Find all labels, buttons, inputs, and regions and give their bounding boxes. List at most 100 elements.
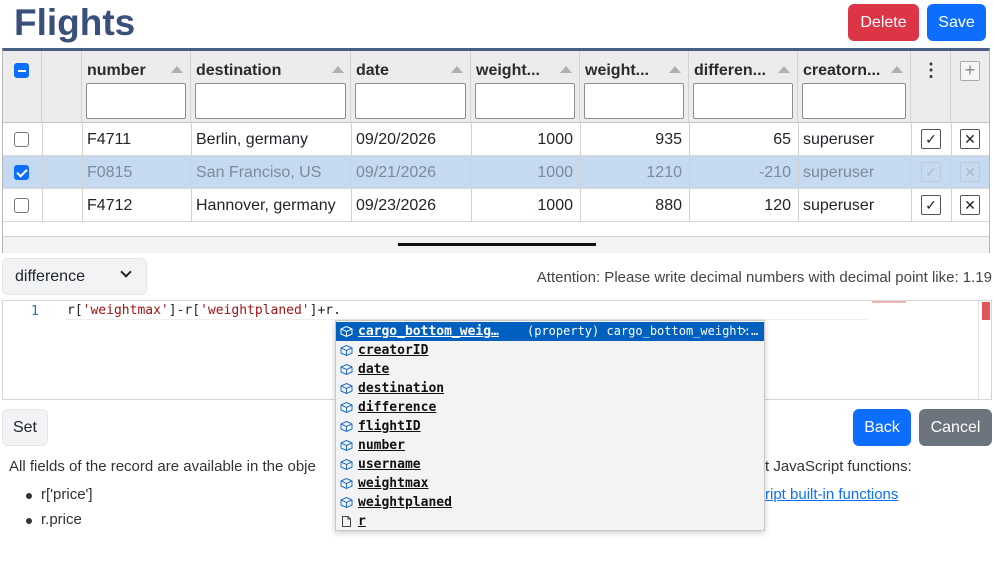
suggestion-item[interactable]: date xyxy=(336,360,764,379)
overview-ruler xyxy=(978,301,979,399)
close-icon[interactable]: ✕ xyxy=(960,129,980,149)
filter-input-date[interactable] xyxy=(355,83,466,119)
suggestion-item[interactable]: weightmax xyxy=(336,474,764,493)
column-label: number xyxy=(87,62,146,79)
suggestion-item[interactable]: flightID xyxy=(336,417,764,436)
property-icon xyxy=(340,497,353,508)
column-header-destination[interactable]: destination xyxy=(191,51,351,123)
column-header-number[interactable]: number xyxy=(82,51,191,123)
property-icon xyxy=(340,383,353,394)
delete-button[interactable]: Delete xyxy=(848,4,919,41)
suggestion-item[interactable]: r xyxy=(336,512,764,531)
property-icon xyxy=(340,459,353,470)
cell-weightmax: 1000 xyxy=(537,164,573,181)
close-icon[interactable]: ✕ xyxy=(960,162,980,182)
column-header-difference[interactable]: differen... xyxy=(689,51,798,123)
cell-date: 09/21/2026 xyxy=(356,164,437,181)
column-header-weightplaned[interactable]: weight... xyxy=(580,51,689,123)
help-text-right: t JavaScript functions: xyxy=(765,458,912,475)
column-label: date xyxy=(356,62,389,79)
suggestion-item[interactable]: creatorID xyxy=(336,341,764,360)
column-header-date[interactable]: date xyxy=(351,51,471,123)
column-label: weight... xyxy=(476,62,540,79)
cell-number: F0815 xyxy=(87,164,133,181)
cell-number: F4711 xyxy=(87,131,132,148)
minimap-marker xyxy=(872,301,906,303)
suggestion-item[interactable]: number xyxy=(336,436,764,455)
code-line[interactable]: r['weightmax']-r['weightplaned']+r. xyxy=(67,303,341,318)
list-item: r['price'] xyxy=(26,486,93,511)
error-marker xyxy=(982,302,990,320)
property-icon xyxy=(340,345,353,356)
cell-destination: Berlin, germany xyxy=(196,131,309,148)
builtin-functions-link[interactable]: ript built-in functions xyxy=(765,486,898,503)
back-button[interactable]: Back xyxy=(853,409,911,446)
suggestion-label: date xyxy=(358,362,390,377)
help-text: All fields of the record are available i… xyxy=(9,458,316,475)
confirm-icon[interactable]: ✓ xyxy=(921,162,941,182)
column-header-creator[interactable]: creatorn... xyxy=(798,51,911,123)
table-row[interactable]: F0815 San Franciso, US 09/21/2026 1000 1… xyxy=(3,156,989,189)
filter-input-weightplaned[interactable] xyxy=(584,83,684,119)
scrollbar-thumb[interactable] xyxy=(398,243,596,246)
column-menu-icon[interactable]: ⋮ xyxy=(922,60,940,81)
flights-grid: number destination date weight... weight… xyxy=(2,48,990,253)
filter-input-difference[interactable] xyxy=(693,83,793,119)
column-label: creatorn... xyxy=(803,62,881,79)
cell-weightmax: 1000 xyxy=(537,131,573,148)
filter-input-number[interactable] xyxy=(86,83,186,119)
set-button[interactable]: Set xyxy=(2,409,48,446)
column-label: destination xyxy=(196,62,282,79)
cancel-button[interactable]: Cancel xyxy=(919,409,992,446)
sort-asc-icon[interactable] xyxy=(778,66,790,73)
confirm-icon[interactable]: ✓ xyxy=(921,129,941,149)
grid-header: number destination date weight... weight… xyxy=(3,51,989,123)
cell-date: 09/23/2026 xyxy=(356,197,437,214)
table-row[interactable]: F4711 Berlin, germany 09/20/2026 1000 93… xyxy=(3,123,989,156)
property-icon xyxy=(340,364,353,375)
horizontal-scrollbar[interactable] xyxy=(3,236,989,253)
suggestion-item[interactable]: username xyxy=(336,455,764,474)
cell-destination: San Franciso, US xyxy=(196,164,322,181)
suggestion-label: weightmax xyxy=(358,476,429,491)
confirm-icon[interactable]: ✓ xyxy=(921,195,941,215)
add-row-button[interactable]: + xyxy=(960,61,980,81)
column-label: weight... xyxy=(585,62,649,79)
suggestion-label: destination xyxy=(358,381,445,396)
close-icon[interactable]: ✕ xyxy=(960,195,980,215)
code-string: 'weightmax' xyxy=(82,303,169,318)
code-token: r[ xyxy=(67,303,83,318)
sort-asc-icon[interactable] xyxy=(451,66,463,73)
chevron-right-icon[interactable]: › xyxy=(740,322,748,341)
column-label: differen... xyxy=(694,62,767,79)
suggestion-item[interactable]: difference xyxy=(336,398,764,417)
table-row[interactable]: F4712 Hannover, germany 09/23/2026 1000 … xyxy=(3,189,989,222)
suggestion-label: flightID xyxy=(358,419,421,434)
row-checkbox[interactable] xyxy=(14,132,29,147)
column-header-weightmax[interactable]: weight... xyxy=(471,51,580,123)
sort-asc-icon[interactable] xyxy=(669,66,681,73)
suggestion-label: r xyxy=(358,514,366,529)
cell-creator: superuser xyxy=(803,164,875,181)
sort-asc-icon[interactable] xyxy=(332,66,344,73)
select-all-checkbox[interactable] xyxy=(14,63,29,78)
row-checkbox[interactable] xyxy=(14,165,29,180)
column-select[interactable]: difference xyxy=(2,258,147,295)
code-token: ]+r. xyxy=(309,303,341,318)
cell-weightplaned: 880 xyxy=(655,197,682,214)
suggestion-item[interactable]: weightplaned xyxy=(336,493,764,512)
filter-input-creator[interactable] xyxy=(802,83,906,119)
suggestion-label: creatorID xyxy=(358,343,429,358)
filter-input-destination[interactable] xyxy=(195,83,346,119)
sort-asc-icon[interactable] xyxy=(891,66,903,73)
row-checkbox[interactable] xyxy=(14,198,29,213)
sort-asc-icon[interactable] xyxy=(171,66,183,73)
page-title: Flights xyxy=(14,2,136,43)
attention-note: Attention: Please write decimal numbers … xyxy=(536,269,992,286)
sort-asc-icon[interactable] xyxy=(560,66,572,73)
suggestion-item[interactable]: cargo_bottom_weig… (property) cargo_bott… xyxy=(336,322,764,341)
filter-input-weightmax[interactable] xyxy=(475,83,575,119)
save-button[interactable]: Save xyxy=(927,4,986,41)
list-item: r.price xyxy=(26,511,93,536)
suggestion-item[interactable]: destination xyxy=(336,379,764,398)
